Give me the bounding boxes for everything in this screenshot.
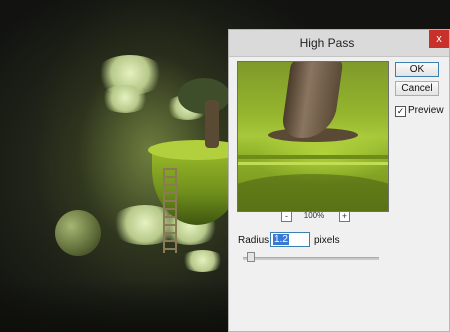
- planet: [55, 210, 101, 256]
- cancel-button[interactable]: Cancel: [395, 81, 439, 96]
- zoom-in-button[interactable]: +: [339, 211, 350, 222]
- ladder: [163, 168, 177, 253]
- preview-checkbox[interactable]: ✓: [395, 106, 406, 117]
- close-button[interactable]: x: [429, 30, 449, 48]
- preview-island-edge: [238, 162, 388, 165]
- radius-value: 1.2: [273, 234, 289, 245]
- radius-units-label: pixels: [314, 235, 340, 246]
- preview-island-rim: [238, 155, 388, 159]
- preview-island-shadow: [238, 174, 388, 211]
- tree-crown: [178, 78, 230, 114]
- tree-trunk: [205, 100, 219, 148]
- filter-preview[interactable]: [237, 61, 389, 212]
- cloud: [180, 250, 225, 272]
- dialog-title: High Pass: [299, 36, 355, 50]
- cloud: [100, 85, 150, 113]
- radius-input[interactable]: 1.2: [270, 232, 310, 247]
- ground: [0, 280, 230, 332]
- ok-button[interactable]: OK: [395, 62, 439, 77]
- radius-slider-thumb[interactable]: [247, 252, 256, 262]
- dialog-titlebar[interactable]: High Pass x: [229, 30, 449, 57]
- radius-slider-track[interactable]: [243, 257, 379, 260]
- zoom-level: 100%: [303, 211, 325, 220]
- zoom-out-button[interactable]: -: [281, 211, 292, 222]
- radius-label: Radius:: [238, 235, 272, 246]
- preview-label: Preview: [408, 105, 444, 116]
- preview-tree-trunk: [280, 62, 344, 138]
- high-pass-dialog: High Pass x - 100% + OK Cancel ✓ Preview…: [228, 29, 450, 332]
